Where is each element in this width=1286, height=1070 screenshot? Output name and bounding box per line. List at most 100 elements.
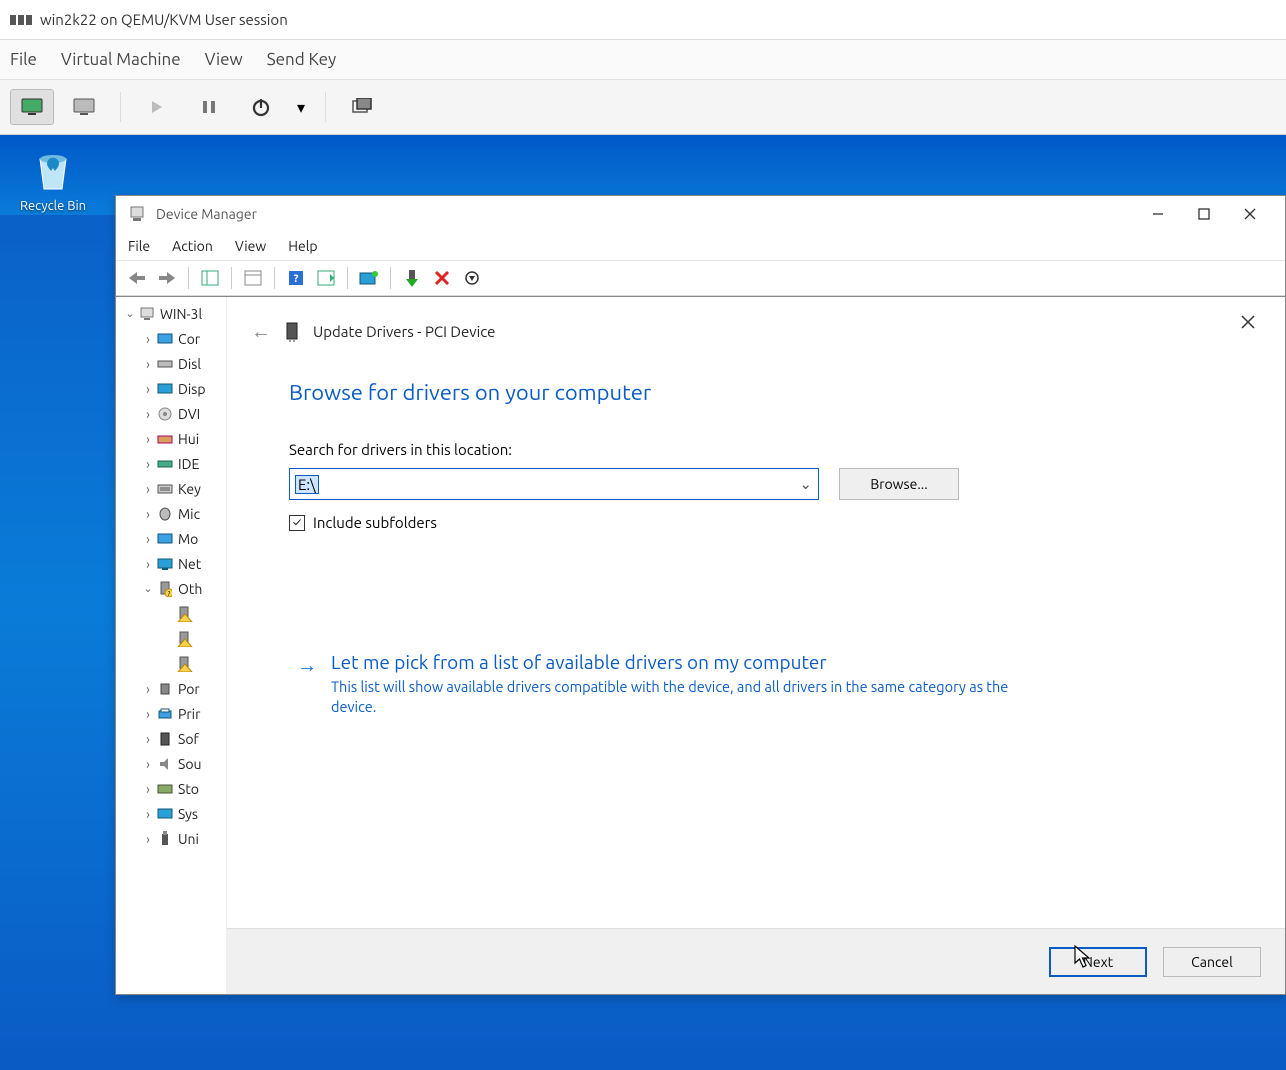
tree-item-unknown[interactable]: [120, 651, 230, 676]
shutdown-button[interactable]: [239, 89, 283, 125]
keyboard-icon: [156, 481, 174, 497]
devmgr-menu-file[interactable]: File: [128, 238, 150, 254]
devmgr-title: Device Manager: [156, 206, 257, 222]
tree-item[interactable]: Hui: [120, 426, 230, 451]
checkbox-icon: ✓: [289, 515, 305, 531]
tree-item-unknown[interactable]: [120, 626, 230, 651]
include-subfolders-checkbox[interactable]: ✓ Include subfolders: [289, 514, 1249, 531]
tree-item[interactable]: Disl: [120, 351, 230, 376]
devmgr-titlebar[interactable]: Device Manager: [116, 196, 1285, 232]
device-manager-icon: [128, 205, 146, 223]
tree-item[interactable]: Sou: [120, 751, 230, 776]
pause-button[interactable]: [187, 89, 231, 125]
tree-item[interactable]: Disp: [120, 376, 230, 401]
forward-icon[interactable]: [154, 265, 180, 291]
pci-device-icon: [285, 322, 299, 342]
devmgr-menu-view[interactable]: View: [235, 238, 266, 254]
browse-button[interactable]: Browse...: [839, 468, 959, 500]
update-drivers-wizard: ← Update Drivers - PCI Device Browse for…: [226, 297, 1285, 994]
recycle-bin-icon: [28, 145, 78, 195]
tree-item[interactable]: Por: [120, 676, 230, 701]
include-subfolders-label: Include subfolders: [313, 514, 437, 531]
tree-item[interactable]: Prir: [120, 701, 230, 726]
printer-icon: [156, 706, 174, 722]
guest-desktop: Recycle Bin Device Manager File Action V…: [0, 135, 1286, 1070]
host-toolbar: ▾: [0, 80, 1286, 135]
devmgr-menubar: File Action View Help: [116, 232, 1285, 260]
pick-from-list-title: Let me pick from a list of available dri…: [331, 651, 1017, 673]
uninstall-device-icon[interactable]: [429, 265, 455, 291]
usb-icon: [156, 831, 174, 847]
tree-item[interactable]: Key: [120, 476, 230, 501]
wizard-heading: Browse for drivers on your computer: [289, 380, 1249, 405]
mouse-icon: [156, 506, 174, 522]
host-menu-file[interactable]: File: [10, 50, 37, 69]
device-manager-window: Device Manager File Action View Help ?: [115, 195, 1286, 995]
details-button[interactable]: [62, 89, 106, 125]
devmgr-menu-action[interactable]: Action: [172, 238, 213, 254]
host-menu-send-key[interactable]: Send Key: [267, 50, 337, 69]
next-button[interactable]: Next: [1049, 947, 1147, 977]
tree-root[interactable]: WIN-3l: [120, 301, 230, 326]
tree-item[interactable]: Sto: [120, 776, 230, 801]
update-driver-icon[interactable]: [356, 265, 382, 291]
host-menu-virtual-machine[interactable]: Virtual Machine: [61, 50, 181, 69]
driver-path-combobox[interactable]: E:\ ⌄: [289, 468, 819, 500]
host-titlebar: win2k22 on QEMU/KVM User session: [0, 0, 1286, 40]
tree-item[interactable]: Uni: [120, 826, 230, 851]
host-menu-view[interactable]: View: [205, 50, 243, 69]
tree-item[interactable]: Cor: [120, 326, 230, 351]
tree-item[interactable]: Mo: [120, 526, 230, 551]
scan-for-changes-icon[interactable]: [459, 265, 485, 291]
close-button[interactable]: [1227, 199, 1273, 229]
storage-icon: [156, 781, 174, 797]
shutdown-menu-button[interactable]: ▾: [291, 89, 311, 125]
tree-item[interactable]: Sof: [120, 726, 230, 751]
host-menubar: File Virtual Machine View Send Key: [0, 40, 1286, 80]
wizard-back-button[interactable]: ←: [251, 319, 271, 344]
scan-hardware-icon[interactable]: [313, 265, 339, 291]
driver-path-value: E:\: [296, 476, 318, 493]
cancel-button[interactable]: Cancel: [1163, 947, 1261, 977]
device-tree[interactable]: WIN-3l Cor Disl Disp DVI Hui IDE Key Mic…: [120, 301, 230, 851]
dvd-icon: [156, 406, 174, 422]
maximize-button[interactable]: [1181, 199, 1227, 229]
monitor-icon: [156, 531, 174, 547]
computer-icon: [138, 306, 156, 322]
properties-icon[interactable]: [240, 265, 266, 291]
devmgr-body: WIN-3l Cor Disl Disp DVI Hui IDE Key Mic…: [116, 296, 1285, 994]
tree-item[interactable]: Net: [120, 551, 230, 576]
console-button[interactable]: [10, 89, 54, 125]
recycle-bin[interactable]: Recycle Bin: [8, 145, 98, 213]
warning-device-icon: [176, 656, 194, 672]
minimize-button[interactable]: [1135, 199, 1181, 229]
svg-text:?: ?: [294, 273, 299, 285]
tree-item[interactable]: DVI: [120, 401, 230, 426]
port-icon: [156, 681, 174, 697]
sound-icon: [156, 756, 174, 772]
tree-item[interactable]: Sys: [120, 801, 230, 826]
show-hide-tree-icon[interactable]: [197, 265, 223, 291]
devmgr-menu-help[interactable]: Help: [288, 238, 317, 254]
warning-device-icon: [176, 606, 194, 622]
fullscreen-button[interactable]: [340, 89, 384, 125]
help-icon[interactable]: ?: [283, 265, 309, 291]
network-icon: [156, 556, 174, 572]
run-button[interactable]: [135, 89, 179, 125]
svg-text:?: ?: [168, 590, 171, 597]
back-icon[interactable]: [124, 265, 150, 291]
chevron-down-icon[interactable]: ⌄: [799, 475, 812, 493]
system-icon: [156, 806, 174, 822]
enable-device-icon[interactable]: [399, 265, 425, 291]
pick-from-list-option[interactable]: → Let me pick from a list of available d…: [297, 651, 1017, 716]
display-icon: [156, 381, 174, 397]
tree-item-other-devices[interactable]: ?Oth: [120, 576, 230, 601]
tree-item-unknown[interactable]: [120, 601, 230, 626]
monitor-icon: [156, 331, 174, 347]
recycle-bin-label: Recycle Bin: [8, 199, 98, 213]
tree-item[interactable]: Mic: [120, 501, 230, 526]
tree-item[interactable]: IDE: [120, 451, 230, 476]
wizard-close-button[interactable]: [1233, 307, 1263, 337]
arrow-right-icon: →: [297, 651, 317, 716]
unknown-device-icon: ?: [156, 581, 174, 597]
